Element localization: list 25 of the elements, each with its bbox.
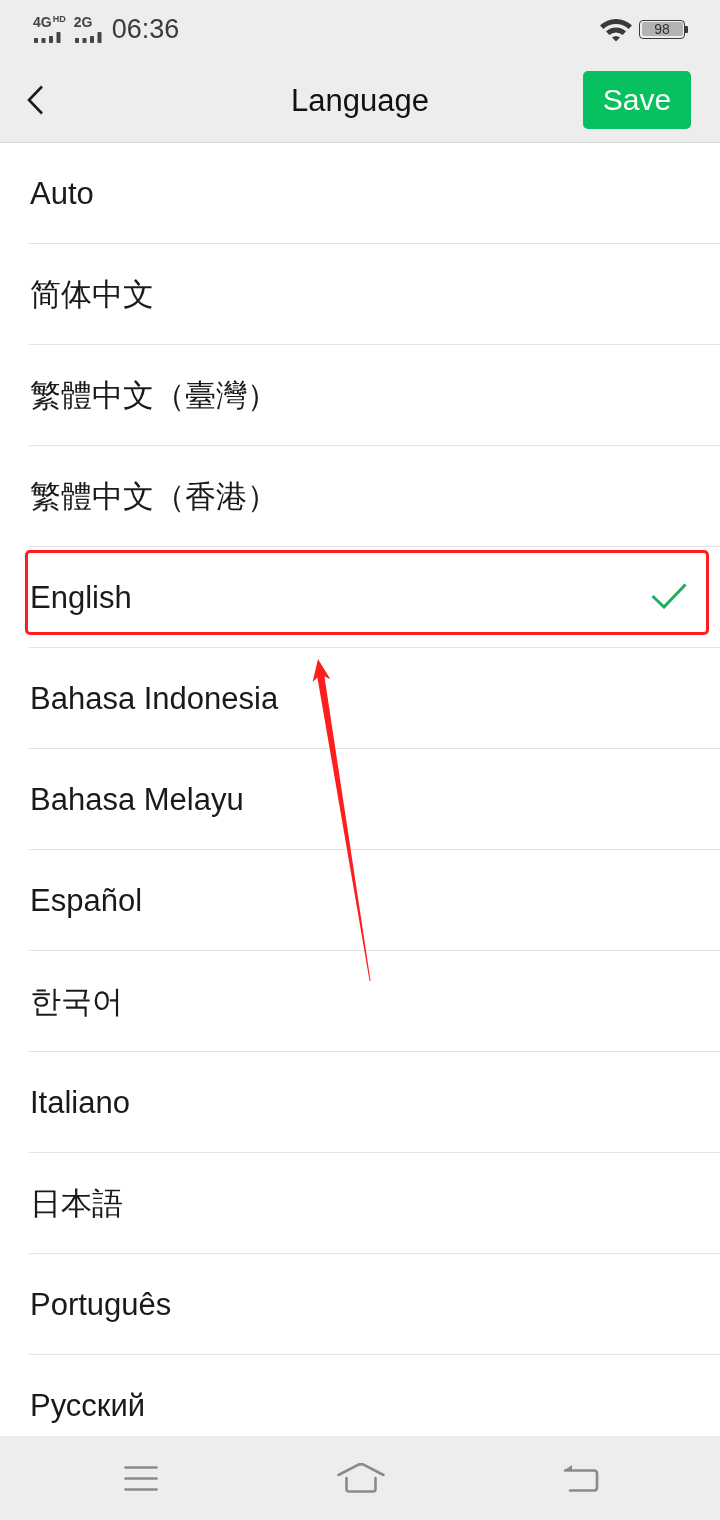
battery-indicator: 98 [639, 19, 688, 39]
language-option[interactable]: 简体中文 [29, 244, 720, 345]
language-option[interactable]: Português [29, 1254, 720, 1355]
network-type-label: 4G [33, 15, 52, 29]
home-icon [337, 1463, 385, 1493]
language-option[interactable]: Español [29, 850, 720, 951]
signal-bars-icon [34, 32, 62, 43]
wifi-icon [599, 17, 633, 41]
language-option[interactable]: Bahasa Melayu [29, 749, 720, 850]
clock-time: 06:36 [111, 15, 180, 43]
network-type-label: 2G [73, 15, 93, 29]
language-option[interactable]: 繁體中文（香港） [29, 446, 720, 547]
language-option[interactable]: Auto [29, 143, 720, 244]
menu-icon [124, 1465, 158, 1491]
network-superscript-label: HD [52, 15, 66, 24]
language-option[interactable]: Bahasa Indonesia [29, 648, 720, 749]
language-option[interactable]: English [29, 547, 720, 648]
return-arrow-icon [563, 1464, 599, 1492]
back-chevron-icon [27, 85, 44, 115]
language-option[interactable]: 한국어 [29, 951, 720, 1052]
page-title: Language [291, 84, 429, 116]
language-option[interactable]: Italiano [29, 1052, 720, 1153]
language-option[interactable]: 繁體中文（臺灣） [29, 345, 720, 446]
signal-bars-icon [74, 32, 103, 43]
language-option[interactable]: 日本語 [29, 1153, 720, 1254]
